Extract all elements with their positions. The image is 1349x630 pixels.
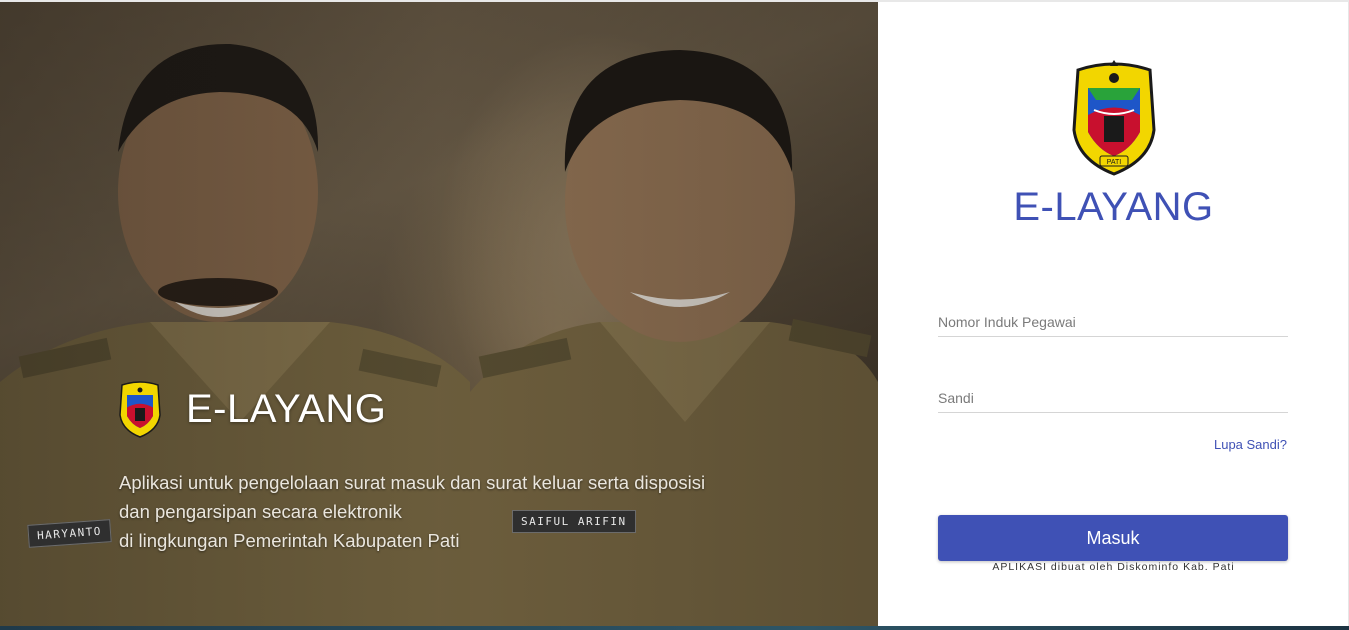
crest-label: PATI bbox=[1107, 159, 1122, 166]
password-input[interactable] bbox=[938, 383, 1288, 412]
password-field bbox=[938, 383, 1288, 413]
forgot-password-link[interactable]: Lupa Sandi? bbox=[1214, 437, 1287, 452]
hero-brand: E-LAYANG bbox=[118, 380, 386, 438]
hero-description-line: di lingkungan Pemerintah Kabupaten Pati bbox=[119, 530, 460, 551]
pati-crest-logo: PATI bbox=[1072, 60, 1156, 176]
hero-description-line: dan pengarsipan secara elektronik bbox=[119, 501, 402, 522]
login-button[interactable]: Masuk bbox=[938, 515, 1288, 561]
hero-description-line: Aplikasi untuk pengelolaan surat masuk d… bbox=[119, 472, 706, 493]
hero-panel: HARYANTO SAIFUL ARIFIN E-LAYANG Aplikasi… bbox=[0, 2, 878, 630]
login-panel: PATI E-LAYANG Lupa Sandi? Masuk APLIKASI… bbox=[878, 2, 1349, 626]
hero-title: E-LAYANG bbox=[186, 386, 387, 431]
bottom-border bbox=[0, 626, 1349, 630]
app-title: E-LAYANG bbox=[1013, 185, 1214, 229]
footer-credit: APLIKASI dibuat oleh Diskominfo Kab. Pat… bbox=[992, 561, 1235, 573]
hero-description: Aplikasi untuk pengelolaan surat masuk d… bbox=[119, 468, 779, 555]
pati-crest-logo-small bbox=[119, 381, 161, 438]
nip-field bbox=[938, 307, 1288, 337]
nip-input[interactable] bbox=[938, 307, 1288, 336]
